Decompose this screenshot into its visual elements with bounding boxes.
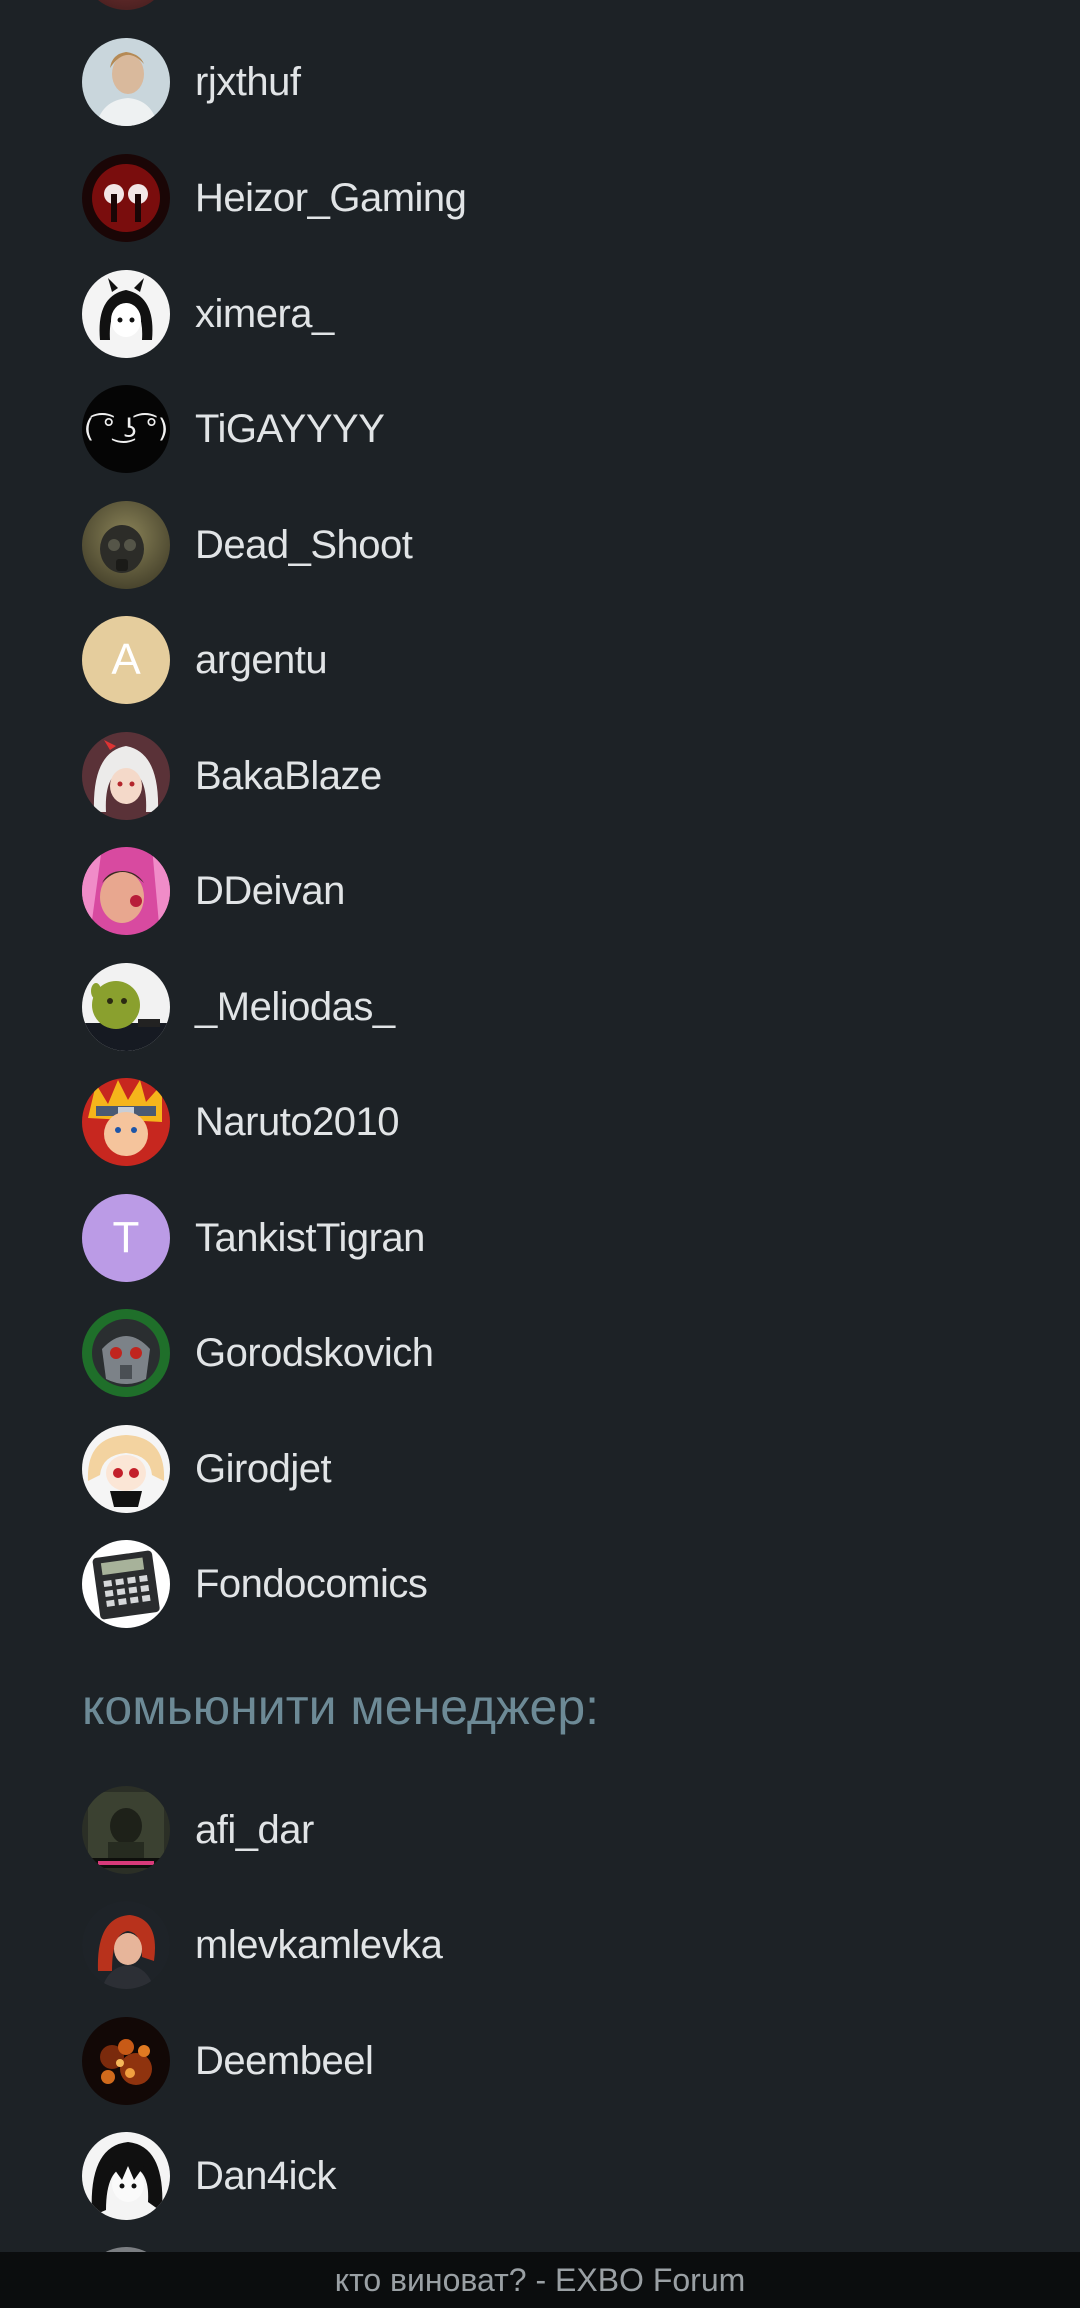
user-list-screen: rjxthuf Heizor_Gaming ximera_ ( ͡° ͜ʖ ͡°… [0,0,1080,2252]
soldier-icon [82,1786,170,1874]
naruto-icon [82,1078,170,1166]
username: mlevkamlevka [195,1922,443,1967]
user-row[interactable]: Dead_Shoot [82,500,413,590]
user-row[interactable]: Deembeel [82,2016,374,2106]
username: Dan4ick [195,2153,337,2198]
page-title: кто виноват? - EXBO Forum [334,2261,746,2298]
username: Naruto2010 [195,1099,400,1144]
user-row[interactable]: DDeivan [82,846,345,936]
username: afi_dar [195,1807,314,1852]
helmet-icon [82,1309,170,1397]
user-row[interactable]: Gorodskovich [82,1308,434,1398]
user-row[interactable]: T TankistTigran [82,1193,425,1283]
svg-text:( ͡° ͜ʖ ͡°): ( ͡° ͜ʖ ͡°) [84,411,168,444]
username: _Meliodas_ [195,984,395,1029]
partial-avatar-top [82,0,170,10]
gas-mask-icon [82,501,170,589]
username: DDeivan [195,868,345,913]
calculator-icon [82,1540,170,1628]
red-eyes-icon [82,154,170,242]
user-row[interactable]: Heizor_Gaming [82,153,467,243]
shrek-icon [82,963,170,1051]
user-row[interactable]: Dan4ick [82,2131,337,2221]
user-row[interactable]: Girodjet [82,1424,332,1514]
username: ximera_ [195,291,334,336]
username: Gorodskovich [195,1330,434,1375]
username: Fondocomics [195,1561,428,1606]
pink-photo-icon [82,847,170,935]
anime-blonde-icon [82,1425,170,1513]
red-hair-girl-icon [82,1901,170,1989]
username: rjxthuf [195,59,301,104]
user-row[interactable]: mlevkamlevka [82,1900,443,1990]
user-row[interactable]: afi_dar [82,1785,314,1875]
username: Deembeel [195,2038,374,2083]
anime-black-hair-icon [82,2132,170,2220]
user-row[interactable]: Fondocomics [82,1539,428,1629]
username: TiGAYYYY [195,406,385,451]
lenny-face-icon: ( ͡° ͜ʖ ͡°) [82,385,170,473]
username: argentu [195,637,328,682]
user-row[interactable]: ximera_ [82,269,334,359]
user-row[interactable]: A argentu [82,615,328,705]
section-title: комьюнити менеджер: [82,1679,600,1735]
username: Dead_Shoot [195,522,413,567]
username: TankistTigran [195,1215,425,1260]
anime-girl-icon [82,270,170,358]
user-row[interactable]: _Meliodas_ [82,962,395,1052]
anime-white-hair-icon [82,732,170,820]
user-row[interactable]: BakaBlaze [82,731,382,821]
username: Girodjet [195,1446,332,1491]
user-row[interactable]: rjxthuf [82,37,301,127]
window-title-bar: кто виноват? - EXBO Forum [0,2252,1080,2308]
fire-icon [82,2017,170,2105]
user-row[interactable]: ( ͡° ͜ʖ ͡°) TiGAYYYY [82,384,385,474]
letter-avatar: A [82,616,170,704]
photo-man-icon [82,38,170,126]
letter-avatar: T [82,1194,170,1282]
username: BakaBlaze [195,753,382,798]
user-row[interactable]: Naruto2010 [82,1077,400,1167]
username: Heizor_Gaming [195,175,467,220]
